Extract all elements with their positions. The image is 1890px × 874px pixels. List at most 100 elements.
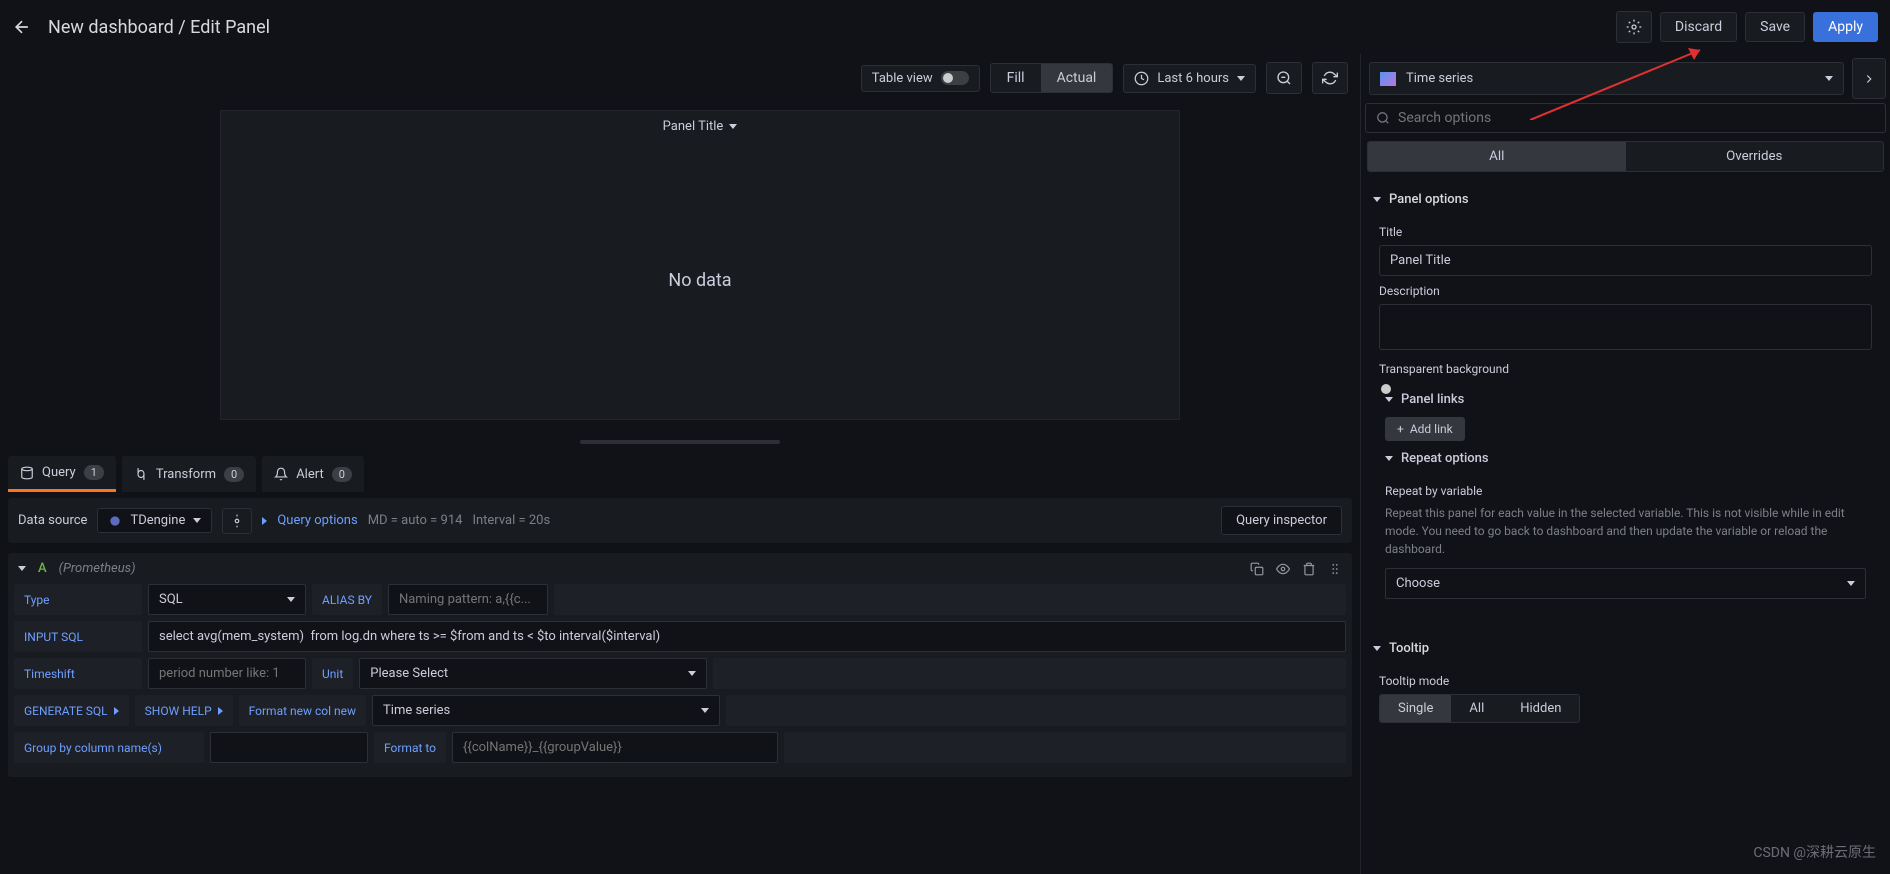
add-link-label: Add link	[1410, 422, 1453, 436]
plus-icon: +	[1397, 422, 1404, 436]
chevron-down-icon	[1847, 581, 1855, 586]
type-value: SQL	[159, 592, 183, 607]
description-input[interactable]	[1379, 304, 1872, 350]
generate-sql-button[interactable]: GENERATE SQL	[14, 695, 129, 726]
data-source-settings-button[interactable]	[222, 508, 252, 534]
format-value: Time series	[383, 703, 450, 718]
query-inspector-button[interactable]: Query inspector	[1221, 506, 1342, 535]
collapse-icon[interactable]	[18, 566, 26, 571]
zoom-out-button[interactable]	[1266, 62, 1302, 94]
repeat-options-header[interactable]: Repeat options	[1379, 441, 1872, 476]
query-letter: A	[38, 561, 47, 576]
input-sql-field[interactable]	[148, 621, 1346, 652]
switch-icon	[941, 71, 969, 85]
alias-by-input[interactable]	[388, 584, 548, 615]
chevron-right-icon[interactable]	[262, 517, 267, 525]
tab-query[interactable]: Query 1	[8, 456, 116, 492]
query-count-badge: 1	[84, 465, 104, 480]
refresh-button[interactable]	[1312, 62, 1348, 94]
row-spacer	[554, 584, 1346, 615]
group-by-input[interactable]	[210, 732, 368, 763]
tab-transform-label: Transform	[156, 467, 216, 482]
panel-title[interactable]: Panel Title	[221, 111, 1179, 142]
panel-title-text: Panel Title	[663, 119, 724, 134]
row-spacer	[726, 695, 1346, 726]
chevron-down-icon	[701, 708, 709, 713]
tab-all[interactable]: All	[1368, 142, 1626, 171]
save-button[interactable]: Save	[1745, 12, 1805, 42]
table-view-toggle[interactable]: Table view	[861, 65, 980, 92]
add-link-button[interactable]: + Add link	[1385, 417, 1465, 441]
chevron-down-icon	[1825, 76, 1833, 81]
show-help-label: SHOW HELP	[145, 704, 212, 718]
chevron-down-icon	[1373, 197, 1381, 202]
table-view-label: Table view	[872, 71, 933, 86]
format-to-label: Format to	[374, 732, 446, 763]
data-source-select[interactable]: TDengine	[97, 508, 212, 533]
duplicate-query-icon[interactable]	[1250, 562, 1264, 576]
settings-button[interactable]	[1616, 11, 1652, 43]
chevron-down-icon	[193, 518, 201, 523]
panel-collapse-button[interactable]	[1852, 58, 1886, 99]
show-help-button[interactable]: SHOW HELP	[135, 695, 233, 726]
tab-transform[interactable]: Transform 0	[122, 456, 256, 492]
chevron-right-icon	[114, 707, 119, 715]
query-options-link[interactable]: Query options	[277, 513, 357, 528]
toggle-query-icon[interactable]	[1276, 562, 1290, 576]
group-by-label: Group by column name(s)	[14, 732, 204, 763]
tooltip-single[interactable]: Single	[1380, 695, 1451, 722]
alias-by-label: ALIAS BY	[312, 584, 382, 615]
chevron-down-icon	[287, 597, 295, 602]
format-to-input[interactable]	[452, 732, 778, 763]
time-series-icon	[1380, 72, 1396, 86]
title-label: Title	[1379, 225, 1872, 239]
unit-value: Please Select	[370, 666, 448, 681]
fill-button[interactable]: Fill	[991, 64, 1041, 92]
tab-query-label: Query	[42, 465, 76, 480]
tooltip-all[interactable]: All	[1451, 695, 1502, 722]
timeshift-input[interactable]	[148, 658, 306, 689]
chevron-down-icon	[1385, 456, 1393, 461]
transform-count-badge: 0	[224, 467, 244, 482]
apply-button[interactable]: Apply	[1813, 12, 1878, 42]
panel-links-header[interactable]: Panel links	[1379, 382, 1872, 417]
tab-alert-label: Alert	[296, 467, 324, 482]
time-range-label: Last 6 hours	[1157, 71, 1229, 86]
top-bar: New dashboard / Edit Panel Discard Save …	[0, 0, 1890, 54]
delete-query-icon[interactable]	[1302, 562, 1316, 576]
interval-info: Interval = 20s	[472, 513, 550, 528]
tooltip-hidden[interactable]: Hidden	[1502, 695, 1579, 722]
format-new-label: Format new col new	[239, 695, 366, 726]
format-select[interactable]: Time series	[372, 695, 720, 726]
chevron-down-icon	[1373, 646, 1381, 651]
search-input[interactable]	[1398, 110, 1875, 126]
type-select[interactable]: SQL	[148, 584, 306, 615]
repeat-select[interactable]: Choose	[1385, 568, 1866, 599]
tooltip-header[interactable]: Tooltip	[1361, 631, 1890, 666]
generate-sql-label: GENERATE SQL	[24, 704, 108, 718]
tab-overrides[interactable]: Overrides	[1626, 142, 1884, 171]
tooltip-title: Tooltip	[1389, 641, 1429, 656]
tab-alert[interactable]: Alert 0	[262, 456, 364, 492]
time-range-picker[interactable]: Last 6 hours	[1123, 64, 1256, 93]
chevron-down-icon	[729, 124, 737, 129]
back-arrow-icon[interactable]	[12, 17, 32, 37]
search-options[interactable]	[1365, 103, 1886, 133]
transparent-label: Transparent background	[1379, 362, 1872, 376]
data-source-value: TDengine	[130, 513, 185, 528]
row-spacer	[713, 658, 1346, 689]
panel-options-header[interactable]: Panel options	[1361, 182, 1890, 217]
title-input[interactable]	[1379, 245, 1872, 276]
breadcrumb: New dashboard / Edit Panel	[48, 17, 270, 38]
actual-button[interactable]: Actual	[1041, 64, 1113, 92]
panel-options-title: Panel options	[1389, 192, 1469, 207]
chevron-down-icon	[688, 671, 696, 676]
unit-select[interactable]: Please Select	[359, 658, 707, 689]
resize-handle[interactable]	[580, 440, 780, 444]
drag-query-icon[interactable]	[1328, 562, 1342, 576]
watermark: CSDN @深耕云原生	[1753, 842, 1876, 862]
alert-count-badge: 0	[332, 467, 352, 482]
discard-button[interactable]: Discard	[1660, 12, 1737, 42]
visualization-picker[interactable]: Time series	[1369, 62, 1844, 95]
query-name[interactable]: (Prometheus)	[59, 561, 136, 576]
